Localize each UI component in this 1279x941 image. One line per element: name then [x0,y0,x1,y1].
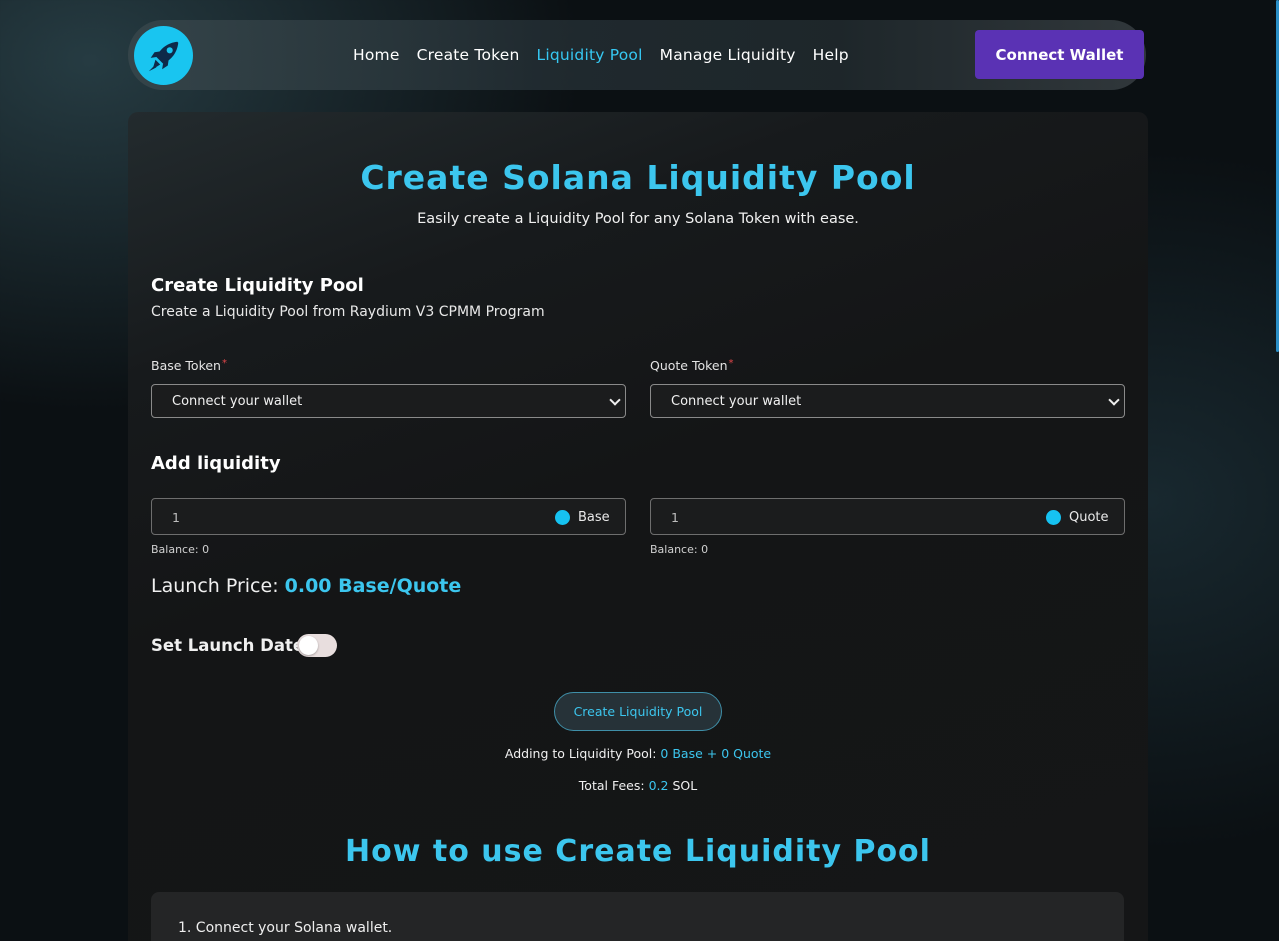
add-liquidity-title: Add liquidity [151,453,281,474]
launch-price-label: Launch Price: [151,575,279,597]
fees-label: Total Fees: [578,778,645,793]
adding-label: Adding to Liquidity Pool: [504,746,657,761]
nav-link-manage-liquidity[interactable]: Manage Liquidity [660,46,796,64]
howto-title: How to use Create Liquidity Pool [345,834,931,869]
main-card: Create Solana Liquidity Pool Easily crea… [128,112,1148,941]
page-subtitle: Easily create a Liquidity Pool for any S… [417,211,859,227]
quote-token-select[interactable]: Connect your wallet [650,384,1125,418]
nav-link-help[interactable]: Help [813,46,849,64]
base-amount-input[interactable]: 1 Base [151,498,626,535]
toggle-knob [299,636,318,655]
connect-wallet-button[interactable]: Connect Wallet [975,30,1144,79]
required-mark: * [728,358,734,369]
create-liquidity-pool-button[interactable]: Create Liquidity Pool [554,692,722,731]
base-token-select[interactable]: Connect your wallet [151,384,626,418]
adding-summary: Adding to Liquidity Pool: 0 Base + 0 Quo… [128,746,1148,761]
quote-token-select-value: Connect your wallet [671,393,802,409]
page-title: Create Solana Liquidity Pool [360,158,916,197]
fees-unit: SOL [672,778,698,793]
navbar: Home Create Token Liquidity Pool Manage … [128,20,1146,90]
form-subtitle: Create a Liquidity Pool from Raydium V3 … [151,304,545,320]
base-token-name: Base [578,510,610,525]
howto-step: 1. Connect your Solana wallet. [178,920,393,936]
quote-token-name: Quote [1069,510,1109,525]
base-token-label-text: Base Token [151,358,221,373]
chevron-down-icon [1108,394,1120,406]
launch-price-value: 0.00 Base/Quote [284,575,462,597]
fees-value: 0.2 [648,778,669,793]
nav-link-home[interactable]: Home [353,46,400,64]
required-mark: * [221,358,227,369]
base-token-icon [555,510,570,525]
base-balance: Balance: 0 [151,543,210,556]
quote-token-icon [1046,510,1061,525]
howto-box: 1. Connect your Solana wallet. [151,892,1124,941]
nav-links: Home Create Token Liquidity Pool Manage … [353,20,849,90]
quote-amount-input[interactable]: 1 Quote [650,498,1125,535]
nav-link-create-token[interactable]: Create Token [417,46,520,64]
launch-date-toggle[interactable] [297,634,337,657]
fees-summary: Total Fees: 0.2 SOL [128,778,1148,793]
nav-link-liquidity-pool[interactable]: Liquidity Pool [537,46,643,64]
chevron-down-icon [609,394,621,406]
adding-value: 0 Base + 0 Quote [660,746,772,761]
quote-token-label: Quote Token* [650,358,734,373]
logo[interactable] [134,26,193,85]
base-token-label: Base Token* [151,358,227,373]
base-token-select-value: Connect your wallet [172,393,303,409]
rocket-icon [148,41,178,71]
form-title: Create Liquidity Pool [151,275,364,296]
base-amount-value: 1 [172,510,180,525]
quote-balance: Balance: 0 [650,543,709,556]
quote-token-label-text: Quote Token [650,358,728,373]
launch-date-label: Set Launch Date [151,636,305,655]
quote-amount-value: 1 [671,510,679,525]
launch-price: Launch Price: 0.00 Base/Quote [151,575,461,597]
